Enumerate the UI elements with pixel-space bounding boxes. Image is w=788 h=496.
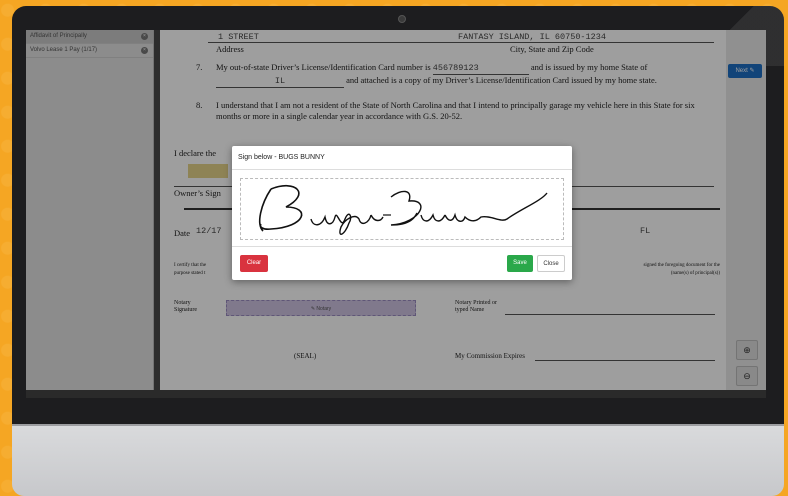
screen: Affidavit of Principally × Volvo Lease 1… xyxy=(26,30,766,398)
signature-canvas[interactable] xyxy=(240,178,564,240)
close-button[interactable]: Close xyxy=(537,255,565,272)
save-button[interactable]: Save xyxy=(507,255,533,272)
monitor-chin xyxy=(12,426,784,496)
signature-modal: Sign below - BUGS BUNNY Clear Save Close xyxy=(232,146,572,280)
clear-button[interactable]: Clear xyxy=(240,255,268,272)
camera-icon xyxy=(398,15,406,23)
modal-title: Sign below - BUGS BUNNY xyxy=(232,146,572,170)
modal-footer: Clear Save Close xyxy=(232,246,572,280)
signature-drawing xyxy=(259,184,548,235)
